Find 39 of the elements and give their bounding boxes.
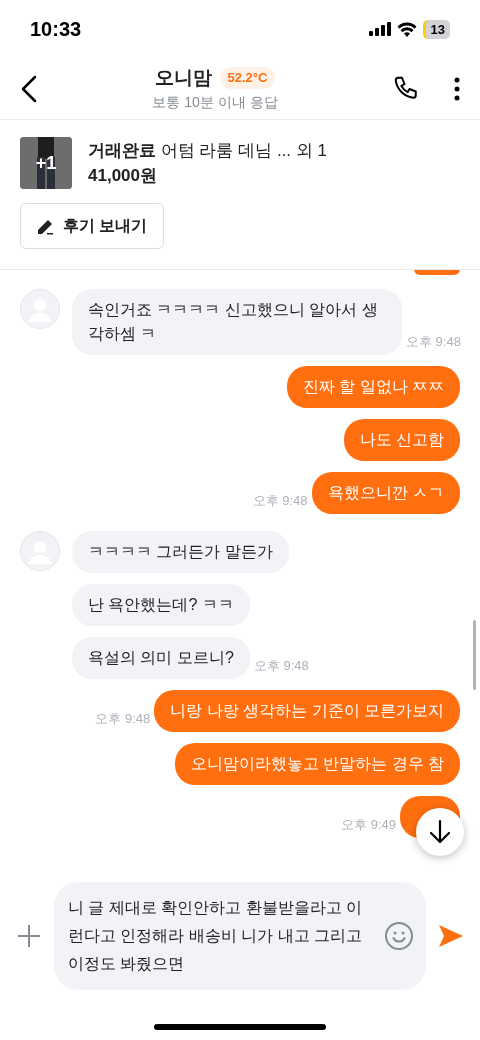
scrollbar-thumb [473,620,476,690]
temperature-badge: 52.2°C [219,67,276,89]
message-bubble: 진짜 할 일없나 ㅉㅉ [286,366,460,408]
message-bubble: 욕했으니깐 ㅅㄱ [311,472,460,514]
pencil-icon [37,217,55,235]
message-time: 오후 9:48 [252,491,308,510]
back-icon[interactable] [20,74,38,103]
message-input-text: 니 글 제대로 확인안하고 환불받을라고 이런다고 인정해라 배송비 니가 내고 그리고 이정도 봐줬으면 [68,898,364,974]
message-bubble: 오니맘이라했놓고 반말하는 경우 참 [174,743,460,785]
message-bubble: 니랑 나랑 생각하는 기준이 모른가보지 [154,690,460,732]
review-button[interactable]: 후기 보내기 [20,203,165,249]
emoji-icon[interactable] [384,921,414,951]
more-count: +1 [35,151,57,175]
message-bubble: 난 욕안했는데? ㅋㅋ [72,584,250,626]
product-price: 41,000원 [88,165,158,187]
arrow-down-icon [428,819,452,845]
message-bubble: 나도 신고함 [343,419,460,461]
wifi-icon [396,21,417,37]
message-bubble: 속인거죠 ㅋㅋㅋㅋ 신고했으니 알아서 생각하셈 ㅋ [72,289,402,355]
message-time: 오후 9:49 [341,815,396,834]
product-thumbnail[interactable]: +1 [20,137,72,189]
message-time: 오후 9:48 [95,709,151,728]
send-icon[interactable] [438,924,464,948]
product-title: 어텀 라룸 데님 ... 외 1 [160,140,327,160]
message-bubble-edge [414,270,460,275]
signal-icon [368,22,391,36]
battery-indicator: 13 [422,19,450,39]
message-time: 오후 9:48 [253,656,309,675]
message-time: 오후 9:48 [406,332,461,351]
response-time: 보통 10분 이내 응답 [152,93,278,113]
message-bubble: ㅋㅋㅋㅋ 그러든가 말든가 [72,531,289,573]
scroll-down-button[interactable] [416,808,464,856]
message-bubble: 욕설의 의미 모르니? [72,637,250,679]
status-time: 10:33 [30,17,82,42]
message-input-field[interactable]: 니 글 제대로 확인안하고 환불받을라고 이런다고 인정해라 배송비 니가 내고 그리고 이정도 봐줬으면 [54,882,426,990]
more-icon[interactable] [454,76,460,101]
plus-icon[interactable] [16,923,42,949]
chat-partner-name: 오니맘 [154,65,212,90]
trade-status: 거래완료 [88,140,156,160]
